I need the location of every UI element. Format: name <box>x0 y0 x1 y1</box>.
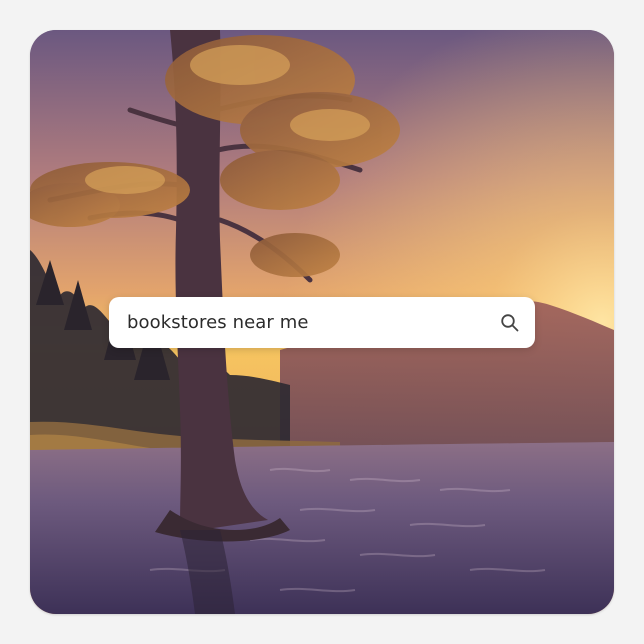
search-icon-glyph <box>501 313 519 331</box>
search-input[interactable]: bookstores near me <box>127 312 499 333</box>
sticker-frame: bookstores near me <box>0 0 644 644</box>
search-bar[interactable]: bookstores near me <box>109 297 535 348</box>
sticker-image: bookstores near me <box>30 30 614 614</box>
search-icon[interactable] <box>499 312 521 334</box>
